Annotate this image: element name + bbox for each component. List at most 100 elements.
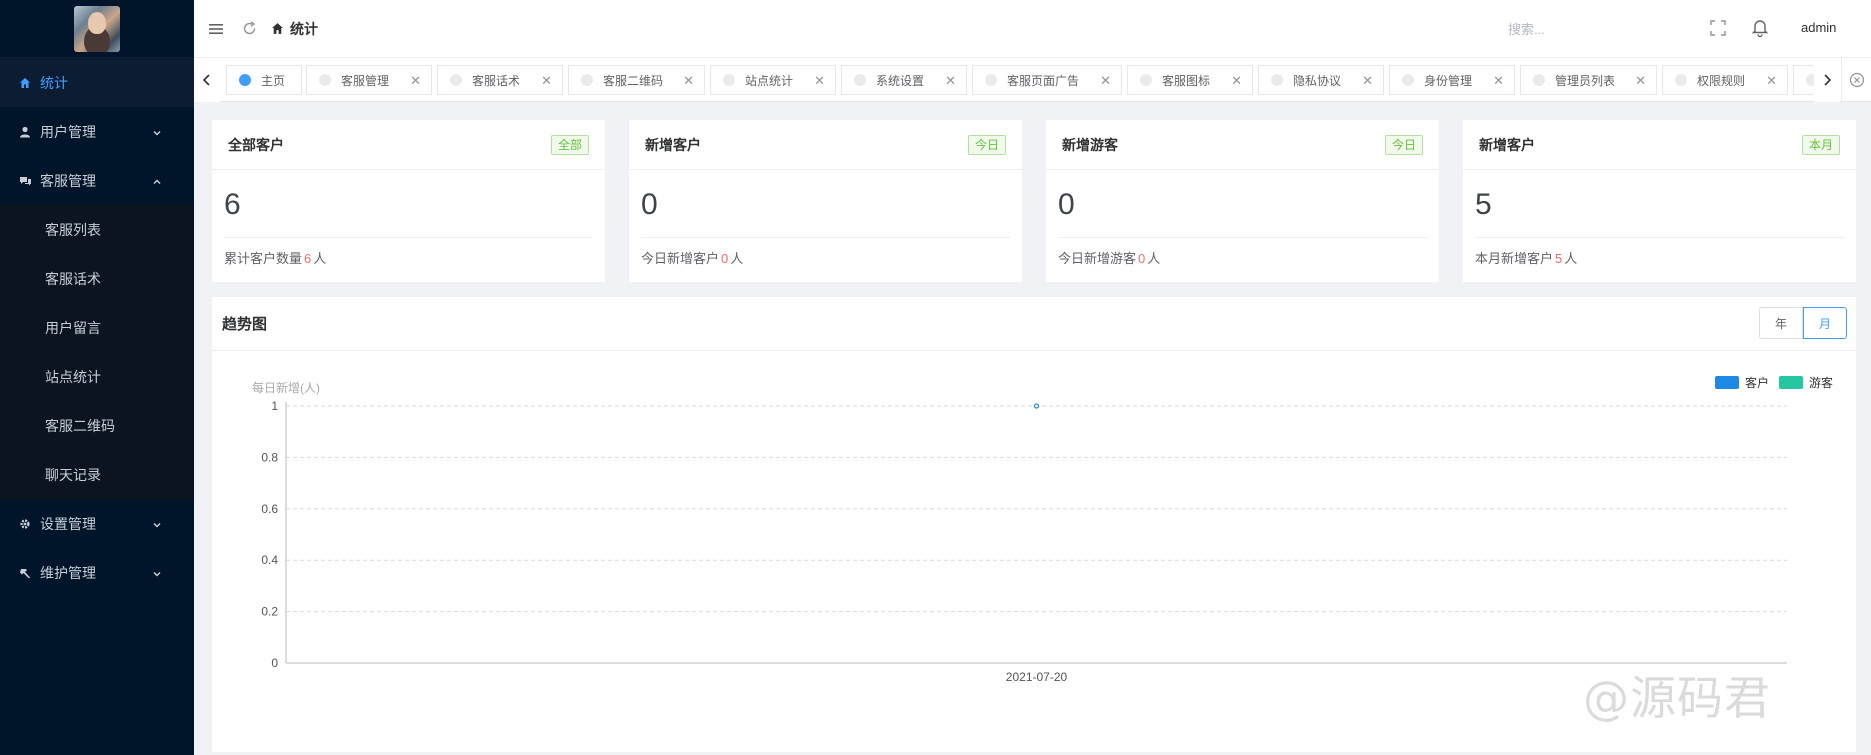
- gear-icon: [18, 517, 32, 531]
- card-footer-text: 本月新增客户: [1475, 251, 1554, 266]
- close-icon[interactable]: ✕: [945, 73, 956, 89]
- divider: [1475, 237, 1844, 238]
- home-icon: [18, 76, 32, 90]
- stat-card-new-customers-today: 新增客户 今日 0 今日新增客户 0 人: [629, 120, 1022, 282]
- legend-swatch: [1779, 376, 1803, 389]
- tab-status-dot: [239, 74, 251, 86]
- legend-label: 游客: [1809, 375, 1833, 390]
- close-icon[interactable]: ✕: [541, 73, 552, 89]
- close-icon[interactable]: ✕: [1231, 73, 1242, 89]
- tab-admin-list[interactable]: 管理员列表 ✕: [1520, 65, 1657, 95]
- user-icon: [18, 125, 32, 139]
- close-icon[interactable]: ✕: [410, 73, 421, 89]
- tab-service-page-ads[interactable]: 客服页面广告 ✕: [972, 65, 1122, 95]
- y-tick-label: 0.6: [261, 502, 278, 516]
- panel-header: 趋势图: [212, 297, 1856, 351]
- home-icon: [272, 23, 283, 34]
- refresh-icon[interactable]: [242, 21, 257, 36]
- sidebar-item-label: 统计: [40, 74, 68, 91]
- user-menu[interactable]: admin: [1801, 20, 1836, 35]
- y-tick-label: 0: [271, 656, 278, 670]
- tab-label: 客服管理: [341, 73, 390, 88]
- tab-status-dot: [1533, 74, 1545, 86]
- chevron-down-icon: [152, 517, 162, 533]
- stat-card-all-customers: 全部客户 全部 6 累计客户数量 6 人: [212, 120, 605, 282]
- tabs-scroll-right-button[interactable]: [1814, 58, 1840, 102]
- close-icon[interactable]: ✕: [683, 73, 694, 89]
- sidebar-item-settings[interactable]: 设置管理: [0, 499, 194, 548]
- card-footer-number: 0: [721, 251, 729, 266]
- search-input[interactable]: [1508, 18, 1628, 40]
- chevron-up-icon: [152, 174, 162, 190]
- sidebar-item-service-qrcode[interactable]: 客服二维码: [0, 401, 194, 450]
- menu-toggle-icon[interactable]: [208, 22, 224, 36]
- card-header: 新增客户 本月: [1463, 120, 1856, 170]
- sidebar-item-service-scripts[interactable]: 客服话术: [0, 254, 194, 303]
- bell-icon[interactable]: [1751, 18, 1769, 37]
- tabs-scroll-left-button[interactable]: [194, 58, 220, 102]
- tab-permission-rules[interactable]: 权限规则 ✕: [1662, 65, 1788, 95]
- card-footer-unit: 人: [313, 251, 327, 266]
- tab-site-stats[interactable]: 站点统计 ✕: [710, 65, 836, 95]
- sidebar-item-user-messages[interactable]: 用户留言: [0, 303, 194, 352]
- sidebar-nav: 统计 用户管理 客服管理 客服列表 客服话术 用户留言 站点统计 客服二维码 聊…: [0, 58, 194, 597]
- tab-status-dot: [854, 74, 866, 86]
- card-badge: 本月: [1801, 134, 1840, 155]
- sidebar-item-site-stats[interactable]: 站点统计: [0, 352, 194, 401]
- tab-label: 客服页面广告: [1007, 73, 1080, 88]
- sidebar-item-stats[interactable]: 统计: [0, 58, 194, 107]
- card-title: 新增游客: [1062, 136, 1118, 153]
- tab-label: 隐私协议: [1293, 73, 1342, 88]
- close-icon[interactable]: ✕: [1362, 73, 1373, 89]
- close-icon[interactable]: ✕: [1493, 73, 1504, 89]
- sidebar-item-service-management[interactable]: 客服管理: [0, 156, 194, 205]
- sidebar-item-user-management[interactable]: 用户管理: [0, 107, 194, 156]
- tabs-list: 主页 客服管理 ✕ 客服话术 ✕ 客服二维码 ✕ 站点统计 ✕ 系统设置 ✕ 客…: [226, 65, 1816, 95]
- period-month-button[interactable]: 月: [1803, 307, 1847, 339]
- sidebar-item-maintenance[interactable]: 维护管理: [0, 548, 194, 597]
- y-tick-label: 0.8: [261, 450, 278, 464]
- tab-status-dot: [581, 74, 593, 86]
- x-tick-label: 2021-07-20: [1006, 670, 1068, 684]
- y-tick-label: 0.2: [261, 605, 278, 619]
- card-footer-text: 累计客户数量: [224, 251, 303, 266]
- y-tick-label: 1: [271, 399, 278, 413]
- tab-label: 主页: [261, 73, 286, 88]
- card-badge: 全部: [550, 134, 589, 155]
- sidebar-item-label: 客服管理: [40, 172, 96, 189]
- period-year-button[interactable]: 年: [1759, 307, 1803, 339]
- card-footer-number: 6: [304, 251, 312, 266]
- sidebar-item-chat-history[interactable]: 聊天记录: [0, 450, 194, 499]
- stat-card-new-customers-month: 新增客户 本月 5 本月新增客户 5 人: [1463, 120, 1856, 282]
- tab-overflow[interactable]: [1793, 65, 1816, 95]
- card-value: 5: [1475, 188, 1492, 221]
- close-icon[interactable]: ✕: [1766, 73, 1777, 89]
- tab-identity-management[interactable]: 身份管理 ✕: [1389, 65, 1515, 95]
- card-footer-number: 5: [1555, 251, 1563, 266]
- tab-system-settings[interactable]: 系统设置 ✕: [841, 65, 967, 95]
- tabs-bar: 主页 客服管理 ✕ 客服话术 ✕ 客服二维码 ✕ 站点统计 ✕ 系统设置 ✕ 客…: [194, 58, 1871, 102]
- tab-service-management[interactable]: 客服管理 ✕: [306, 65, 432, 95]
- sidebar-item-label: 客服话术: [45, 270, 101, 287]
- close-all-tabs-button[interactable]: [1841, 58, 1871, 102]
- close-icon[interactable]: ✕: [1635, 73, 1646, 89]
- sidebar-submenu-service: 客服列表 客服话术 用户留言 站点统计 客服二维码 聊天记录: [0, 205, 194, 499]
- sidebar-item-label: 设置管理: [40, 515, 96, 532]
- card-footer-text: 今日新增游客: [1058, 251, 1137, 266]
- card-footer: 今日新增游客 0 人: [1058, 248, 1160, 267]
- close-icon[interactable]: ✕: [814, 73, 825, 89]
- tab-service-icon[interactable]: 客服图标 ✕: [1127, 65, 1253, 95]
- fullscreen-icon[interactable]: [1710, 20, 1726, 36]
- card-title: 新增客户: [1479, 136, 1535, 153]
- sidebar-item-service-list[interactable]: 客服列表: [0, 205, 194, 254]
- tab-service-scripts[interactable]: 客服话术 ✕: [437, 65, 563, 95]
- tab-service-qrcode[interactable]: 客服二维码 ✕: [568, 65, 705, 95]
- app-root: 统计 用户管理 客服管理 客服列表 客服话术 用户留言 站点统计 客服二维码 聊…: [0, 0, 1871, 755]
- close-icon[interactable]: ✕: [1100, 73, 1111, 89]
- watermark: @源码君: [1583, 671, 1771, 725]
- tab-privacy-policy[interactable]: 隐私协议 ✕: [1258, 65, 1384, 95]
- avatar[interactable]: [74, 5, 120, 52]
- card-footer-text: 今日新增客户: [641, 251, 720, 266]
- tab-home[interactable]: 主页: [226, 65, 302, 95]
- card-title: 新增客户: [645, 136, 701, 153]
